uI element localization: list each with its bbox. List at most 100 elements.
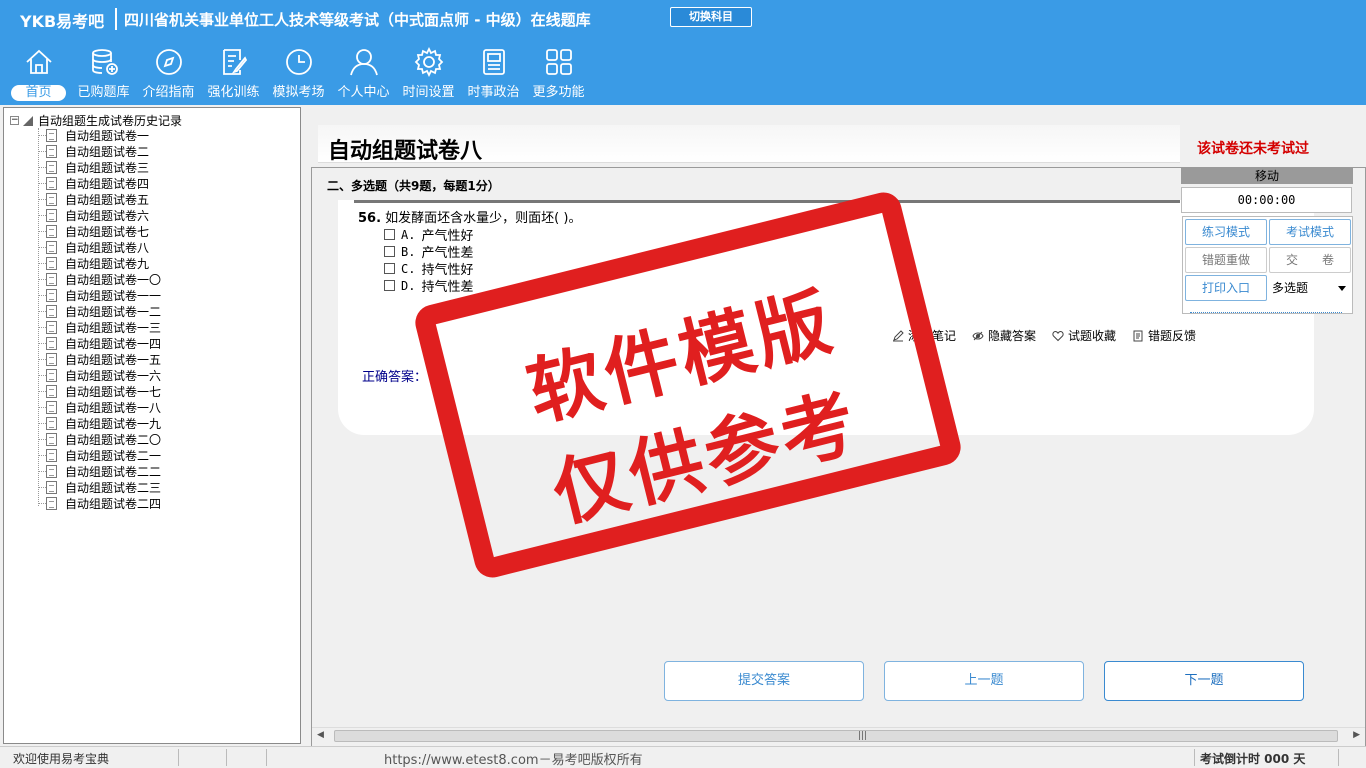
tree-item[interactable]: 自动组题试卷二一	[4, 447, 294, 463]
tree-item[interactable]: 自动组题试卷一四	[4, 335, 294, 351]
tree-item[interactable]: 自动组题试卷二〇	[4, 431, 294, 447]
error-feedback-button[interactable]: 错题反馈	[1132, 327, 1196, 344]
tree-item[interactable]: 自动组题试卷二二	[4, 463, 294, 479]
heart-icon	[1052, 330, 1064, 341]
tree-item[interactable]: 自动组题试卷六	[4, 207, 294, 223]
redo-wrong-button[interactable]: 错题重做	[1185, 247, 1267, 273]
home-icon	[25, 49, 52, 74]
tree-item[interactable]: 自动组题试卷四	[4, 175, 294, 191]
brand-logo: YKB易考吧	[20, 12, 105, 31]
nav-guide[interactable]: 介绍指南	[136, 46, 201, 104]
brand-divider	[115, 8, 117, 30]
collapse-toggle[interactable]: −	[10, 116, 19, 125]
tree-item[interactable]: 自动组题试卷二	[4, 143, 294, 159]
tree-item-label: 自动组题试卷一〇	[65, 272, 162, 287]
scroll-right-icon[interactable]: ▶	[1353, 730, 1360, 740]
hide-answer-button[interactable]: 隐藏答案	[972, 327, 1036, 344]
next-question-button[interactable]: 下一题	[1104, 661, 1304, 701]
error-feedback-label: 错题反馈	[1148, 329, 1197, 343]
user-icon	[349, 49, 378, 76]
card-divider	[354, 200, 1180, 203]
option-a-checkbox[interactable]	[384, 229, 395, 240]
document-icon	[46, 464, 57, 478]
tree-item[interactable]: 自动组题试卷一三	[4, 319, 294, 335]
tree-item[interactable]: 自动组题试卷五	[4, 191, 294, 207]
nav-time-settings[interactable]: 时间设置	[396, 46, 461, 104]
tree-item[interactable]: 自动组题试卷一	[4, 127, 294, 143]
tree-item[interactable]: 自动组题试卷一七	[4, 383, 294, 399]
section-header: 二、多选题（共9题，每题1分）	[327, 179, 500, 193]
nav-purchased[interactable]: 已购题库	[71, 46, 136, 104]
tree-item[interactable]: 自动组题试卷一〇	[4, 271, 294, 287]
nav-profile[interactable]: 个人中心	[331, 46, 396, 104]
nav-more-label: 更多功能	[532, 85, 585, 100]
option-d[interactable]: D. 持气性差	[384, 276, 473, 295]
tree-item-label: 自动组题试卷三	[65, 160, 150, 175]
nav-home[interactable]: 首页	[6, 46, 71, 104]
practice-mode-button[interactable]: 练习模式	[1185, 219, 1267, 245]
favorite-label: 试题收藏	[1068, 329, 1117, 343]
option-c-letter: C.	[401, 261, 416, 276]
document-icon	[46, 320, 57, 334]
nav-more[interactable]: 更多功能	[526, 46, 591, 104]
folder-icon	[23, 115, 33, 126]
document-icon	[46, 128, 57, 142]
document-icon	[46, 272, 57, 286]
copyright-text: https://www.etest8.com－易考吧版权所有	[384, 753, 643, 768]
document-icon	[46, 368, 57, 382]
option-b-checkbox[interactable]	[384, 246, 395, 257]
status-divider	[1338, 749, 1339, 766]
tree-item[interactable]: 自动组题试卷九	[4, 255, 294, 271]
scroll-thumb[interactable]: |||	[334, 730, 1338, 742]
nav-home-label: 首页	[11, 85, 66, 101]
tree-item-label: 自动组题试卷二〇	[65, 432, 162, 447]
switch-subject-button[interactable]: 切换科目	[670, 7, 752, 27]
tree-item[interactable]: 自动组题试卷一九	[4, 415, 294, 431]
clock-icon	[285, 49, 312, 75]
document-icon	[46, 352, 57, 366]
tree-item[interactable]: 自动组题试卷一六	[4, 367, 294, 383]
nav-training[interactable]: 强化训练	[201, 46, 266, 104]
database-icon	[91, 49, 118, 75]
exam-timer: 00:00:00	[1181, 187, 1352, 213]
grip-icon: |||	[858, 731, 868, 741]
nav-guide-label: 介绍指南	[142, 85, 195, 100]
tree-item-label: 自动组题试卷二	[65, 144, 150, 159]
horizontal-scrollbar[interactable]: ◀ ||| ▶	[312, 727, 1365, 743]
tree-item[interactable]: 自动组题试卷一一	[4, 287, 294, 303]
document-icon	[46, 400, 57, 414]
document-icon	[46, 304, 57, 318]
tree-item-label: 自动组题试卷一九	[65, 416, 162, 431]
tree-item[interactable]: 自动组题试卷二三	[4, 479, 294, 495]
gear-icon	[414, 46, 443, 78]
tree-item[interactable]: 自动组题试卷三	[4, 159, 294, 175]
scroll-left-icon[interactable]: ◀	[317, 730, 324, 740]
nav-current-affairs[interactable]: 时事政治	[461, 46, 526, 104]
document-icon	[46, 496, 57, 510]
print-button[interactable]: 打印入口	[1185, 275, 1267, 301]
tree-item[interactable]: 自动组题试卷八	[4, 239, 294, 255]
exam-mode-button[interactable]: 考试模式	[1269, 219, 1351, 245]
document-icon	[46, 384, 57, 398]
submit-answer-button[interactable]: 提交答案	[664, 661, 864, 701]
tree-item[interactable]: 自动组题试卷二四	[4, 495, 294, 511]
tree-item[interactable]: 自动组题试卷一八	[4, 399, 294, 415]
app-title: 四川省机关事业单位工人技术等级考试（中式面点师 - 中级）在线题库	[124, 11, 591, 29]
submit-paper-button[interactable]: 交 卷	[1269, 247, 1351, 273]
favorite-button[interactable]: 试题收藏	[1052, 327, 1116, 344]
nav-mock-exam[interactable]: 模拟考场	[266, 46, 331, 104]
tree-item-label: 自动组题试卷一六	[65, 368, 162, 383]
prev-question-button[interactable]: 上一题	[884, 661, 1084, 701]
tree-item[interactable]: 自动组题试卷一二	[4, 303, 294, 319]
document-icon	[46, 416, 57, 430]
tree-item-label: 自动组题试卷二三	[65, 480, 162, 495]
paper-history-tree: − 自动组题生成试卷历史记录 自动组题试卷一 自动组题试卷二 自动组题试卷三 自动组题…	[3, 107, 301, 744]
status-divider	[1194, 749, 1195, 766]
question-type-select[interactable]: 多选题	[1270, 277, 1352, 301]
tree-item[interactable]: 自动组题试卷一五	[4, 351, 294, 367]
nav-purchased-label: 已购题库	[77, 85, 130, 100]
option-c-checkbox[interactable]	[384, 263, 395, 274]
option-d-checkbox[interactable]	[384, 280, 395, 291]
tree-item[interactable]: 自动组题试卷七	[4, 223, 294, 239]
move-handle[interactable]: 移动	[1181, 168, 1353, 184]
